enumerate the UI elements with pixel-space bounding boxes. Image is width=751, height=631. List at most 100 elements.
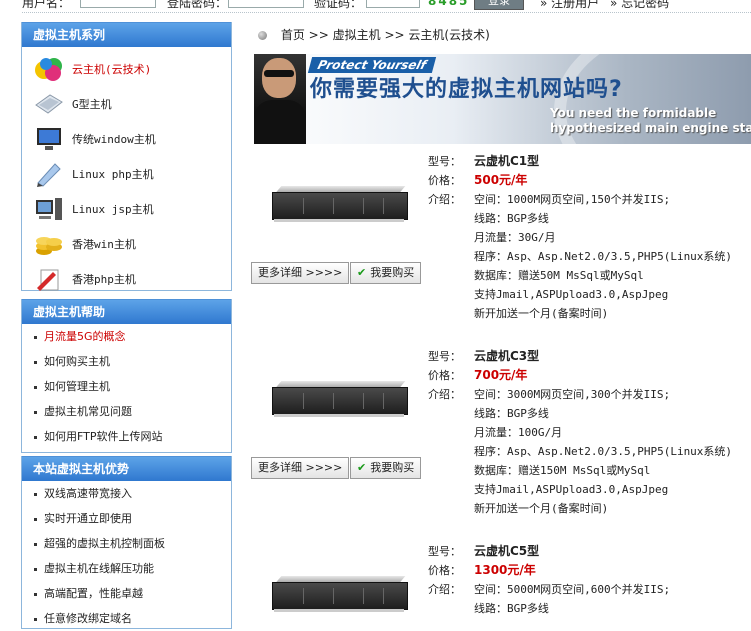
top-divider	[22, 12, 751, 13]
buy-button-label: 我要购买	[370, 461, 415, 474]
feature-line: 数据库：赠送50M MsSql或MySql	[474, 269, 644, 282]
check-icon: ✔	[357, 461, 367, 474]
product-price: 500元/年	[474, 173, 528, 187]
banner-english-text: You need the formidable hypothesized mai…	[550, 106, 751, 136]
breadcrumb-level1[interactable]: 虚拟主机	[333, 28, 381, 42]
help-item[interactable]: 如何用FTP软件上传网站	[22, 424, 231, 449]
help-item[interactable]: 虚拟主机常见问题	[22, 399, 231, 424]
product-price: 700元/年	[474, 368, 528, 382]
sidebar-item-window-host[interactable]: 传统window主机	[22, 121, 231, 156]
bullet-icon	[34, 435, 37, 439]
help-item-label: 月流量5G的概念	[44, 330, 126, 343]
buy-button[interactable]: ✔ 我要购买	[350, 262, 422, 284]
sidebar-item-label: Linux php主机	[72, 167, 154, 181]
help-item[interactable]: 月流量5G的概念	[22, 324, 231, 349]
advantage-label: 虚拟主机在线解压功能	[44, 562, 154, 575]
cloud-cube-icon	[34, 55, 64, 83]
feature-line: 线路：BGP多线	[474, 407, 549, 420]
bullet-icon	[34, 567, 37, 571]
sidebar-item-label: 传统window主机	[72, 132, 156, 146]
bullet-icon	[34, 335, 37, 339]
captcha-code: 8485	[428, 0, 470, 8]
more-details-button[interactable]: 更多详细 >>>>	[251, 457, 350, 479]
intro-label: 介绍：	[428, 583, 461, 596]
feature-line: 月流量：30G/月	[474, 231, 556, 244]
products-panel-title: 虚拟主机系列	[22, 22, 231, 47]
banner-person-image	[254, 54, 306, 144]
help-panel-title: 虚拟主机帮助	[22, 299, 231, 324]
help-item-label: 如何购买主机	[44, 355, 110, 368]
sidebar-item-hk-php[interactable]: 香港php主机	[22, 261, 231, 296]
help-item-label: 如何用FTP软件上传网站	[44, 430, 163, 443]
product-card: 更多详细 >>>> ✔ 我要购买 型号： 云虚机C3型 价格： 700元/年 介绍： 空…	[251, 347, 751, 527]
feature-line: 程序：Asp、Asp.Net2.0/3.5,PHP5(Linux系统)	[474, 445, 733, 458]
help-item-label: 虚拟主机常见问题	[44, 405, 132, 418]
feature-line: 空间：5000M网页空间,600个并发IIS;	[474, 583, 671, 596]
buy-button-label: 我要购买	[370, 266, 415, 279]
sidebar-item-g-host[interactable]: G型主机	[22, 86, 231, 121]
product-model: 云虚机C3型	[474, 349, 540, 363]
captcha-input[interactable]	[366, 0, 420, 8]
password-label: 登陆密码：	[167, 0, 228, 10]
register-link-label: 注册用户	[551, 0, 600, 10]
banner-en-line1: You need the formidable	[550, 106, 717, 120]
model-label: 型号：	[428, 155, 461, 168]
bullet-icon	[34, 517, 37, 521]
feature-line: 程序：Asp、Asp.Net2.0/3.5,PHP5(Linux系统)	[474, 250, 733, 263]
login-bar: 用户名： 登陆密码： 验证码： 8485 登录 » 注册用户 » 忘记密码	[0, 0, 751, 12]
advantage-item: 双线高速带宽接入	[22, 481, 231, 506]
feature-line: 月流量：100G/月	[474, 426, 563, 439]
bullet-icon	[34, 410, 37, 414]
breadcrumb-home[interactable]: 首页	[281, 28, 305, 42]
products-panel: 虚拟主机系列 云主机(云技术) G型主机 传统window主机 Linux ph…	[21, 22, 232, 291]
feature-line: 新开加送一个月(备案时间)	[474, 502, 609, 515]
price-label: 价格：	[428, 564, 461, 577]
banner-en-line2: hypothesized main engine stand	[550, 121, 751, 135]
username-input[interactable]	[80, 0, 156, 8]
sidebar-item-linux-jsp[interactable]: Linux jsp主机	[22, 191, 231, 226]
captcha-label: 验证码：	[314, 0, 363, 10]
more-details-button[interactable]: 更多详细 >>>>	[251, 262, 350, 284]
advantages-panel-title: 本站虚拟主机优势	[22, 456, 231, 481]
feature-line: 新开加送一个月(备案时间)	[474, 307, 609, 320]
register-link[interactable]: » 注册用户	[540, 0, 599, 11]
advantage-label: 任意修改绑定域名	[44, 612, 132, 625]
coins-icon	[34, 230, 64, 258]
help-item[interactable]: 如何管理主机	[22, 374, 231, 399]
product-model: 云虚机C5型	[474, 544, 540, 558]
password-input[interactable]	[228, 0, 304, 8]
help-item-label: 如何管理主机	[44, 380, 110, 393]
bullet-icon	[34, 492, 37, 496]
breadcrumb-sep: >>	[308, 28, 329, 42]
forgot-password-link[interactable]: » 忘记密码	[610, 0, 669, 11]
sidebar-item-linux-php[interactable]: Linux php主机	[22, 156, 231, 191]
help-panel: 虚拟主机帮助 月流量5G的概念 如何购买主机 如何管理主机 虚拟主机常见问题 如…	[21, 299, 232, 453]
login-button[interactable]: 登录	[474, 0, 524, 10]
feature-line: 支持Jmail,ASPUpload3.0,AspJpeg	[474, 288, 669, 301]
feature-line: 空间：1000M网页空间,150个并发IIS;	[474, 193, 671, 206]
feature-line: 线路：BGP多线	[474, 602, 549, 615]
banner-headline: 你需要强大的虚拟主机网站吗?	[310, 77, 623, 102]
buy-button[interactable]: ✔ 我要购买	[350, 457, 422, 479]
bullet-icon	[34, 360, 37, 364]
advantage-label: 实时开通立即使用	[44, 512, 132, 525]
bullet-icon	[34, 617, 37, 621]
feature-line: 空间：3000M网页空间,300个并发IIS;	[474, 388, 671, 401]
sidebar-item-hk-win[interactable]: 香港win主机	[22, 226, 231, 261]
feature-line: 支持Jmail,ASPUpload3.0,AspJpeg	[474, 483, 669, 496]
sidebar-item-label: 云主机(云技术)	[72, 62, 152, 76]
sidebar-item-label: 香港win主机	[72, 237, 136, 251]
advantage-item: 实时开通立即使用	[22, 506, 231, 531]
advantage-item: 虚拟主机在线解压功能	[22, 556, 231, 581]
username-label: 用户名：	[22, 0, 71, 10]
sidebar-item-label: Linux jsp主机	[72, 202, 154, 216]
intro-label: 介绍：	[428, 193, 461, 206]
advantage-item: 高端配置，性能卓越	[22, 581, 231, 606]
help-item[interactable]: 如何购买主机	[22, 349, 231, 374]
sidebar-item-cloud-host[interactable]: 云主机(云技术)	[22, 51, 231, 86]
product-card: 更多详细 >>>> ✔ 我要购买 型号： 云虚机C1型 价格： 500元/年 介绍： 空…	[251, 152, 751, 332]
promo-banner: Protect Yourself 你需要强大的虚拟主机网站吗? You need…	[254, 54, 751, 144]
advantage-label: 超强的虚拟主机控制面板	[44, 537, 165, 550]
product-card: 型号： 云虚机C5型 价格： 1300元/年 介绍： 空间：5000M网页空间,600…	[254, 542, 751, 628]
check-icon: ✔	[357, 266, 367, 279]
